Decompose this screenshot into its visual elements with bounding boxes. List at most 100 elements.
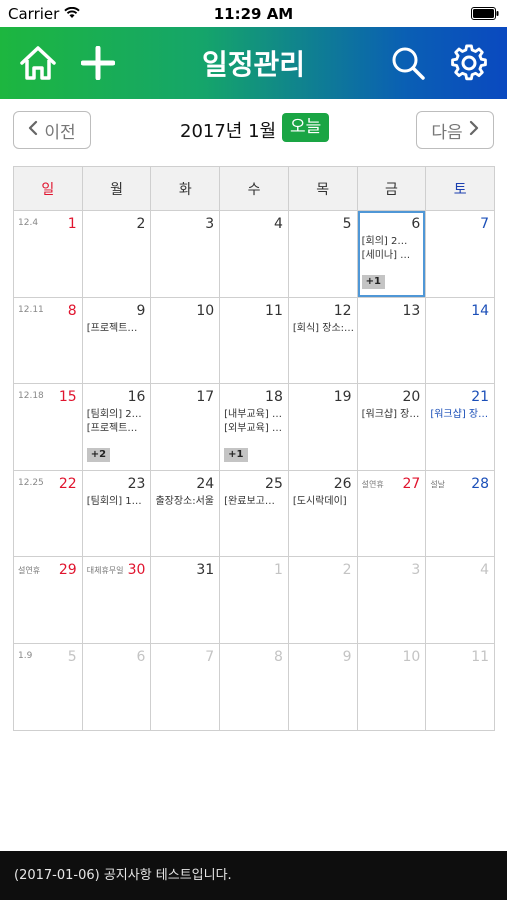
day-number: 16 [127,389,146,406]
status-time: 11:29 AM [213,5,294,23]
day-cell[interactable]: 11 [426,643,496,731]
day-cell[interactable]: 9 [288,643,358,731]
day-cell[interactable]: 대체휴무일 30 [82,557,152,644]
event-item[interactable]: [워크샵] 장… [430,408,491,422]
holiday-label: 설연휴 [18,566,41,576]
day-number: 4 [480,562,490,579]
calendar-week: 1.9 5 6 7 8 9 10 11 [14,643,496,731]
day-cell[interactable]: 20 [워크샵] 장… [357,384,427,471]
day-cell[interactable]: 7 [151,643,221,731]
day-cell[interactable]: 5 [288,211,358,298]
weekday-mon: 월 [82,167,152,211]
event-item[interactable]: [워크샵] 장… [362,408,423,422]
day-cell[interactable]: 12.25 22 [14,470,83,558]
day-cell[interactable]: 3 [357,557,427,644]
day-number: 21 [471,389,490,406]
week-start-label: 12.25 [18,477,44,488]
day-cell[interactable]: 17 [151,384,221,471]
month-navigation: 이전 2017년 1월 오늘 다음 [0,99,507,161]
day-number: 8 [67,302,77,319]
day-number: 3 [205,216,215,232]
day-cell[interactable]: 24 출장장소:서울 [151,470,221,558]
day-cell[interactable]: 11 [220,297,289,385]
event-list: [회식] 장소:… [293,322,354,336]
next-month-label: 다음 [431,122,463,143]
day-cell[interactable]: 31 [151,557,221,644]
day-number: 9 [136,302,146,319]
search-icon[interactable] [386,41,430,85]
day-cell[interactable]: 21 [워크샵] 장… [426,384,496,471]
event-item[interactable]: [완료보고… [224,495,285,509]
event-item[interactable]: [도시락데이] [293,495,354,509]
day-number: 14 [471,302,490,319]
event-item[interactable]: [회식] 장소:… [293,322,354,336]
event-item[interactable]: [회의] 2… [362,235,423,249]
event-item[interactable]: [세미나] … [362,249,423,263]
day-number: 2 [342,562,352,579]
next-month-button[interactable]: 다음 [416,111,494,149]
more-events-badge[interactable]: +1 [361,275,385,289]
event-list: [워크샵] 장… [362,408,423,422]
day-cell[interactable]: 18 [내부교육] … [외부교육] … +1 [220,384,289,471]
day-number: 7 [480,216,490,232]
day-cell[interactable]: 2 [288,557,358,644]
week-start-label: 12.11 [18,304,44,315]
day-cell[interactable]: 4 [426,557,496,644]
event-item[interactable]: [팀회의] 2… [87,408,148,422]
holiday-label: 대체휴무일 [86,566,124,576]
event-item[interactable]: [외부교육] … [224,422,285,436]
day-number: 11 [265,302,283,319]
day-number: 12 [333,302,352,319]
day-cell[interactable]: 12 [회식] 장소:… [288,297,358,385]
calendar-week: 12.11 8 9 [프로젝트… 10 11 12 [회식] 장소:… 13 14 [14,297,496,385]
day-cell[interactable]: 설연휴 27 [357,470,427,558]
event-list: [팀회의] 1… [87,495,148,509]
more-events-badge[interactable]: +1 [224,448,248,463]
prev-month-button[interactable]: 이전 [13,111,91,149]
day-cell[interactable]: 19 [288,384,358,471]
event-item[interactable]: [프로젝트… [87,422,148,436]
calendar-week: 12.18 15 16 [팀회의] 2… [프로젝트… +2 17 18 [내부교육] … [외부… [14,384,496,471]
day-cell[interactable]: 10 [151,297,221,385]
gear-icon[interactable] [447,41,491,85]
day-number: 3 [411,562,421,579]
day-number: 4 [273,216,283,232]
day-cell[interactable]: 8 [220,643,289,731]
day-cell[interactable]: 6 [회의] 2… [세미나] … +1 [357,211,427,298]
event-item[interactable]: [내부교육] … [224,408,285,422]
today-button[interactable]: 오늘 [282,113,330,142]
day-cell[interactable]: 25 [완료보고… [220,470,289,558]
day-cell[interactable]: 13 [357,297,427,385]
day-cell[interactable]: 4 [220,211,289,298]
day-cell[interactable]: 2 [82,211,152,298]
day-cell[interactable]: 14 [426,297,496,385]
event-item[interactable]: 출장장소:서울 [155,495,216,509]
day-cell[interactable]: 1 [220,557,289,644]
day-number: 5 [67,648,77,665]
week-start-label: 12.18 [18,391,44,402]
day-cell[interactable]: 1.9 5 [14,643,83,731]
day-cell[interactable]: 12.4 1 [14,211,83,298]
event-item[interactable]: [프로젝트… [87,322,148,336]
event-item[interactable]: [팀회의] 1… [87,495,148,509]
day-cell[interactable]: 10 [357,643,427,731]
day-number: 15 [58,389,77,406]
day-cell[interactable]: 9 [프로젝트… [82,297,152,385]
day-cell[interactable]: 설연휴 29 [14,557,83,644]
day-cell[interactable]: 6 [82,643,152,731]
calendar-week: 설연휴 29 대체휴무일 30 31 1 2 3 4 [14,557,496,644]
day-cell[interactable]: 12.11 8 [14,297,83,385]
day-cell[interactable]: 설날 28 [426,470,496,558]
day-cell[interactable]: 7 [426,211,496,298]
day-cell[interactable]: 12.18 15 [14,384,83,471]
day-number: 26 [333,475,352,492]
event-list: [내부교육] … [외부교육] … [224,408,285,436]
more-events-badge[interactable]: +2 [86,448,111,463]
event-list: [프로젝트… [87,322,148,336]
notice-bar[interactable]: (2017-01-06) 공지사항 테스트입니다. [0,851,507,900]
day-cell[interactable]: 23 [팀회의] 1… [82,470,152,558]
day-cell[interactable]: 16 [팀회의] 2… [프로젝트… +2 [82,384,152,471]
day-cell[interactable]: 26 [도시락데이] [288,470,358,558]
calendar-week: 12.25 22 23 [팀회의] 1… 24 출장장소:서울 25 [완료보고… 26 [도시락… [14,470,496,558]
day-cell[interactable]: 3 [151,211,221,298]
